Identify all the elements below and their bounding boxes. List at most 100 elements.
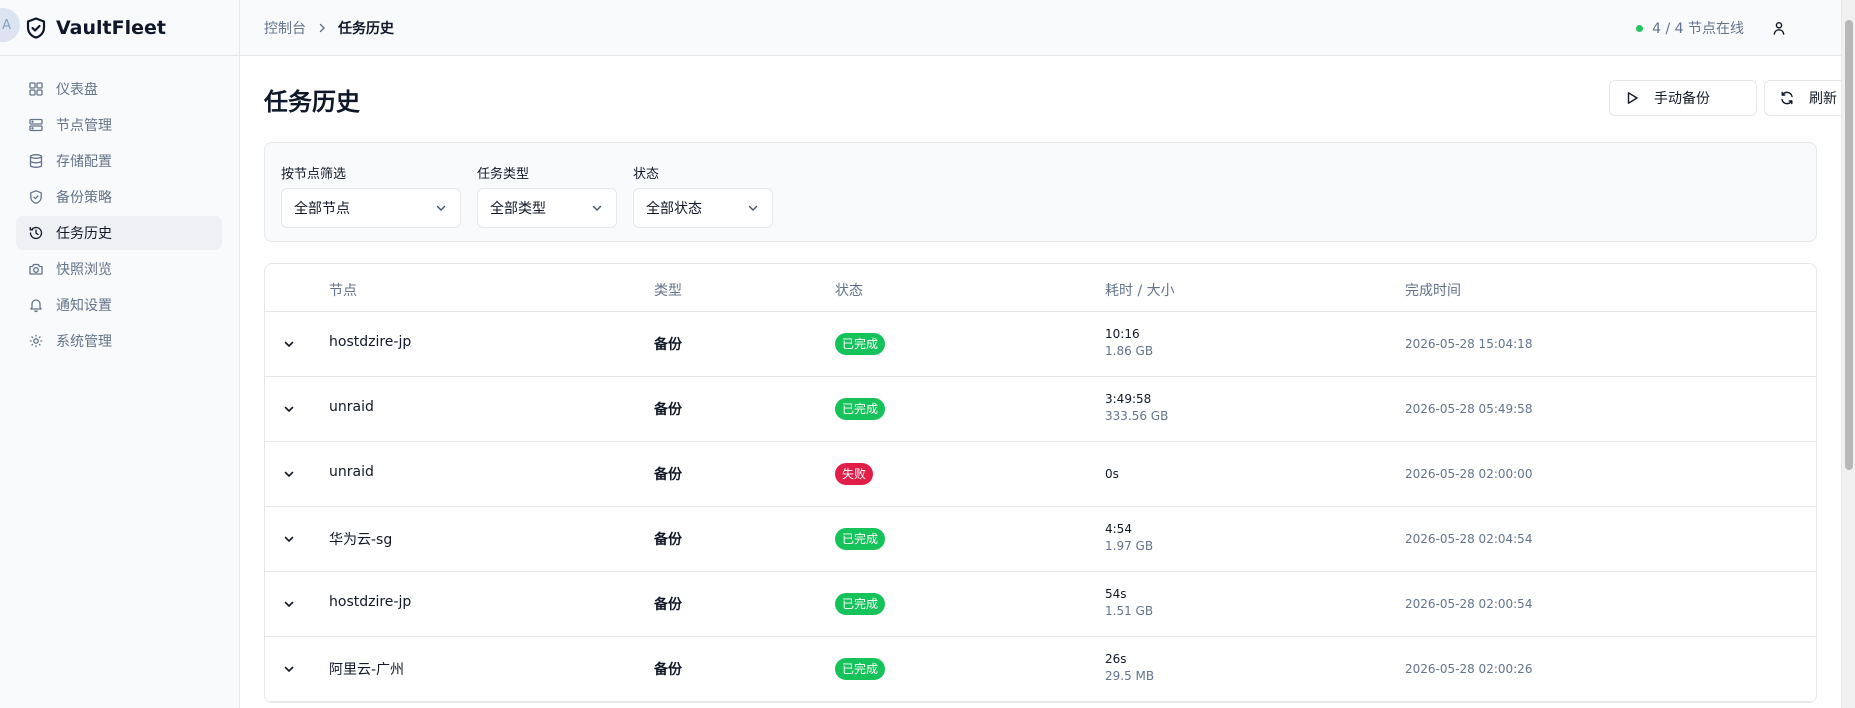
node-online-status: 4 / 4 节点在线: [1636, 18, 1744, 38]
node-status-text: 4 / 4 节点在线: [1652, 21, 1744, 37]
status-badge: 已完成: [835, 333, 886, 355]
expand-row-button[interactable]: [279, 464, 299, 484]
row-status: 失败: [835, 463, 874, 485]
row-finished-time: 2026-05-28 02:00:26: [1405, 662, 1533, 676]
table-row[interactable]: unraid 备份 失败 0s 2026-05-28 02:00:00: [265, 442, 1816, 507]
chevron-down-icon: [436, 205, 446, 211]
breadcrumb-console-link[interactable]: 控制台: [264, 18, 306, 38]
chevron-down-icon: [592, 205, 602, 211]
sidebar-item-policies[interactable]: 备份策略: [16, 180, 222, 214]
row-finished-time: 2026-05-28 02:00:00: [1405, 467, 1533, 481]
refresh-button[interactable]: 刷新: [1764, 80, 1850, 116]
node-filter-label: 按节点筛选: [281, 167, 347, 182]
user-icon: [1773, 22, 1785, 35]
node-filter-value: 全部节点: [294, 201, 350, 217]
brand: A VaultFleet: [0, 0, 239, 56]
server-icon: [28, 117, 44, 133]
sidebar-item-task-history[interactable]: 任务历史: [16, 216, 222, 250]
row-duration-size: 26s 29.5 MB: [1105, 652, 1154, 683]
row-size: 333.56 GB: [1105, 409, 1169, 423]
expand-row-button[interactable]: [279, 399, 299, 419]
sidebar-item-system[interactable]: 系统管理: [16, 324, 222, 358]
expand-row-button[interactable]: [279, 659, 299, 679]
refresh-icon: [1779, 90, 1795, 106]
table-row[interactable]: unraid 备份 已完成 3:49:58 333.56 GB 2026-05-…: [265, 377, 1816, 442]
column-header-duration-size: 耗时 / 大小: [1105, 283, 1175, 299]
type-filter-value: 全部类型: [490, 201, 546, 217]
chevron-down-icon: [748, 205, 758, 211]
expand-row-button[interactable]: [279, 594, 299, 614]
row-finished-time: 2026-05-28 02:00:54: [1405, 597, 1533, 611]
sidebar-nav: 仪表盘 节点管理 存储配置 备份策略 任务历史 快照浏览 通知设置 系统管理: [0, 56, 239, 358]
row-duration-size: 3:49:58 333.56 GB: [1105, 392, 1168, 423]
row-node: unraid: [329, 464, 374, 480]
table-row[interactable]: hostdzire-jp 备份 已完成 54s 1.51 GB 2026-05-…: [265, 572, 1816, 637]
chevron-down-icon: [284, 536, 294, 543]
row-duration: 0s: [1105, 467, 1119, 481]
status-filter: 状态 全部状态: [633, 163, 773, 228]
row-size: 1.86 GB: [1105, 344, 1154, 358]
app-name: VaultFleet: [56, 16, 166, 39]
sidebar-item-dashboard[interactable]: 仪表盘: [16, 72, 222, 106]
row-duration: 10:16: [1105, 327, 1140, 341]
chevron-down-icon: [284, 601, 294, 608]
status-filter-select[interactable]: 全部状态: [633, 188, 773, 228]
row-type: 备份: [654, 402, 682, 418]
sidebar-item-notifications[interactable]: 通知设置: [16, 288, 222, 322]
row-duration: 54s: [1105, 587, 1127, 601]
refresh-label: 刷新: [1809, 91, 1837, 107]
row-type: 备份: [654, 467, 682, 483]
table-row[interactable]: 阿里云-广州 备份 已完成 26s 29.5 MB 2026-05-28 02:…: [265, 637, 1816, 702]
row-type: 备份: [654, 337, 682, 353]
task-history-table: 节点 类型 状态 耗时 / 大小 完成时间 hostdzire-jp 备份 已完…: [264, 263, 1817, 703]
sidebar-item-nodes[interactable]: 节点管理: [16, 108, 222, 142]
scrollbar-thumb[interactable]: [1845, 20, 1853, 470]
main-content: 任务历史 手动备份 刷新 按节点筛选 全部节点 任务类型 全部类型 状态 全部状…: [264, 56, 1850, 703]
row-status: 已完成: [835, 528, 886, 550]
expand-row-button[interactable]: [279, 334, 299, 354]
row-node: hostdzire-jp: [329, 594, 412, 610]
filter-panel: 按节点筛选 全部节点 任务类型 全部类型 状态 全部状态: [264, 142, 1817, 242]
row-status: 已完成: [835, 593, 886, 615]
page-scrollbar[interactable]: [1841, 0, 1855, 708]
manual-backup-label: 手动备份: [1654, 91, 1710, 107]
chevron-down-icon: [284, 471, 294, 478]
status-badge: 已完成: [835, 528, 886, 550]
row-size: 1.51 GB: [1105, 604, 1154, 618]
status-badge: 已完成: [835, 398, 886, 420]
table-row[interactable]: 华为云-sg 备份 已完成 4:54 1.97 GB 2026-05-28 02…: [265, 507, 1816, 572]
row-finished-time: 2026-05-28 02:04:54: [1405, 532, 1533, 546]
row-duration: 4:54: [1105, 522, 1132, 536]
gear-icon: [28, 333, 44, 349]
row-node: 阿里云-广州: [329, 662, 405, 678]
expand-row-button[interactable]: [279, 529, 299, 549]
top-header: 控制台 任务历史 4 / 4 节点在线: [240, 0, 1841, 56]
chevron-down-icon: [284, 341, 294, 348]
status-filter-label: 状态: [633, 167, 660, 182]
sidebar-item-snapshots[interactable]: 快照浏览: [16, 252, 222, 286]
type-filter-select[interactable]: 全部类型: [477, 188, 617, 228]
row-duration-size: 10:16 1.86 GB: [1105, 327, 1153, 358]
history-icon: [28, 225, 44, 241]
avatar[interactable]: A: [0, 8, 20, 42]
sidebar-item-label: 存储配置: [56, 154, 112, 170]
online-status-dot: [1636, 24, 1644, 32]
manual-backup-button[interactable]: 手动备份: [1609, 80, 1757, 116]
bell-icon: [28, 297, 44, 313]
column-header-status: 状态: [835, 283, 863, 299]
table-row[interactable]: hostdzire-jp 备份 已完成 10:16 1.86 GB 2026-0…: [265, 312, 1816, 377]
sidebar-item-label: 备份策略: [56, 190, 112, 206]
row-duration: 3:49:58: [1105, 392, 1152, 406]
type-filter: 任务类型 全部类型: [477, 163, 617, 228]
user-menu-button[interactable]: [1769, 18, 1789, 38]
row-duration-size: 54s 1.51 GB: [1105, 587, 1153, 618]
sidebar-item-label: 任务历史: [56, 226, 112, 242]
camera-icon: [28, 261, 44, 277]
sidebar-item-label: 仪表盘: [56, 82, 98, 98]
row-status: 已完成: [835, 658, 886, 680]
breadcrumb-current: 任务历史: [338, 20, 394, 37]
sidebar-item-storage[interactable]: 存储配置: [16, 144, 222, 178]
column-header-node: 节点: [329, 283, 357, 299]
node-filter-select[interactable]: 全部节点: [281, 188, 461, 228]
row-node: unraid: [329, 399, 374, 415]
